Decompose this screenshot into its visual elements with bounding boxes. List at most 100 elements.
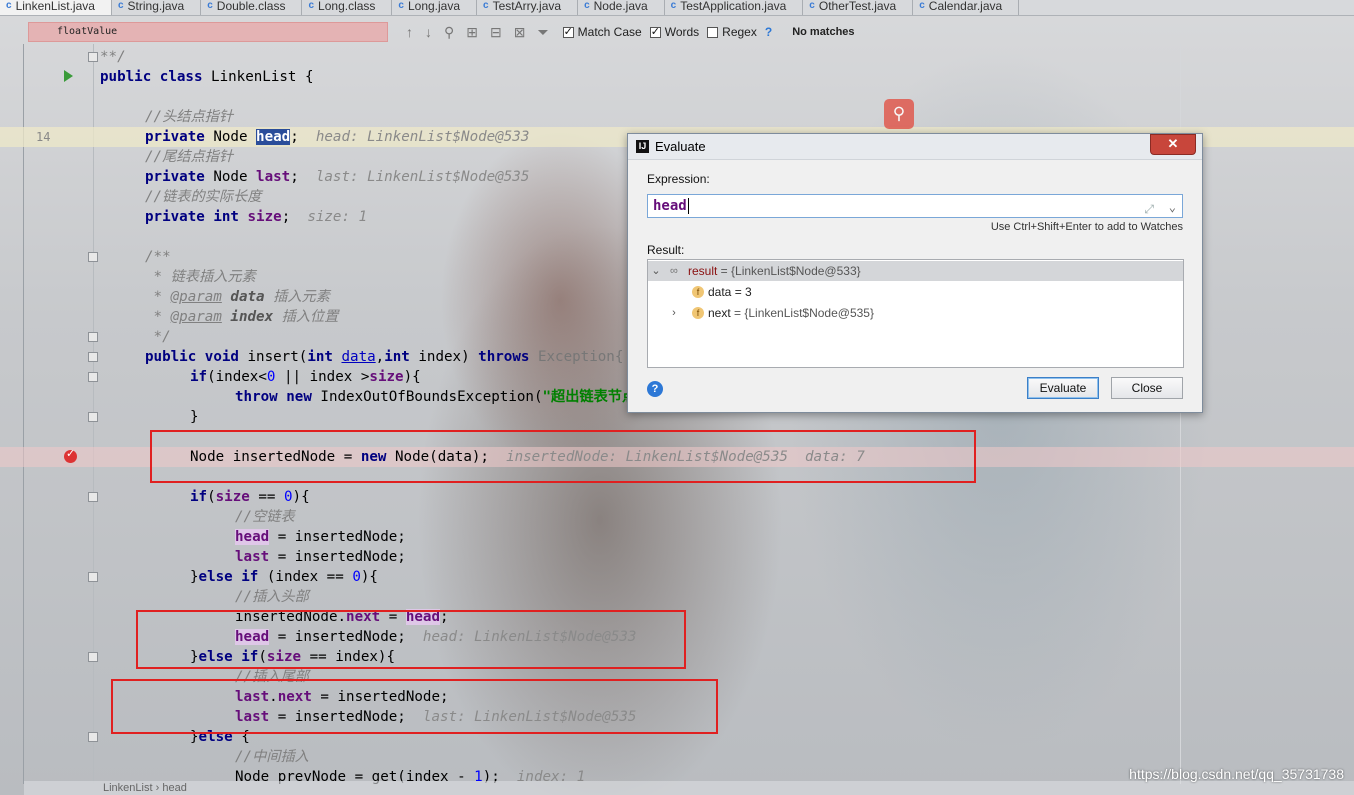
class-icon: c <box>670 0 677 11</box>
fold-marker-icon[interactable] <box>88 572 98 582</box>
run-gutter-icon[interactable] <box>64 70 73 82</box>
fold-marker-icon[interactable] <box>88 52 98 62</box>
fold-marker-icon[interactable] <box>88 332 98 342</box>
dialog-title-bar[interactable]: IJ Evaluate <box>628 134 1202 160</box>
code-text: **/ <box>100 49 126 65</box>
code-line: last = insertedNode; <box>0 547 1354 567</box>
breadcrumb-item[interactable]: head <box>162 782 186 794</box>
class-icon: c <box>207 0 213 11</box>
code-line: **/ <box>0 47 1354 67</box>
chevron-down-icon[interactable]: ⌄ <box>1169 196 1176 218</box>
expand-icon[interactable]: ⤢ <box>1144 198 1154 220</box>
fold-marker-icon[interactable] <box>88 652 98 662</box>
regex-checkbox[interactable]: Regex? <box>707 25 772 39</box>
fold-marker-icon[interactable] <box>88 252 98 262</box>
breakpoint-icon[interactable] <box>64 447 77 463</box>
chevron-down-icon[interactable]: ⌄ <box>650 261 662 281</box>
close-icon[interactable]: ✕ <box>1150 134 1196 155</box>
find-all-icon[interactable]: ⚲ <box>444 24 454 41</box>
evaluate-dialog: IJ Evaluate ✕ Expression: head ⤢ ⌄ Use C… <box>627 133 1203 413</box>
find-bar: floatValue ↑ ↓ ⚲ ⊞ ⊟ ⊠ ⏷ Match Case Word… <box>24 20 1354 44</box>
select-all-occurrences-icon[interactable]: ⊠ <box>514 24 526 41</box>
tree-row-next[interactable]: › f next = {LinkenList$Node@535} <box>648 303 1183 323</box>
class-icon: c <box>584 0 590 11</box>
code-text: last = insertedNode; <box>235 549 406 565</box>
debug-inline-value: last: LinkenList$Node@535 <box>315 169 530 185</box>
floating-search-icon[interactable]: ⚲ <box>884 99 914 129</box>
code-comment: //尾结点指针 <box>145 149 234 165</box>
result-label: Result: <box>647 243 685 257</box>
tab-calendar[interactable]: c Calendar.java <box>913 0 1020 15</box>
help-icon[interactable]: ? <box>647 381 663 397</box>
code-text: if(size == 0){ <box>190 489 310 505</box>
checkbox-unchecked-icon <box>707 26 719 38</box>
remove-occurrence-icon[interactable]: ⊟ <box>490 24 502 41</box>
code-text: public void insert(int data,int index) t… <box>145 349 624 365</box>
tab-label: Long.class <box>318 0 376 13</box>
tab-linkenlist[interactable]: c LinkenList.java <box>0 0 112 15</box>
tab-double[interactable]: c Double.class <box>201 0 303 15</box>
tree-row-text: result = {LinkenList$Node@533} <box>688 264 861 278</box>
tab-othertest[interactable]: c OtherTest.java <box>803 0 914 15</box>
tab-testarry[interactable]: c TestArry.java <box>477 0 579 15</box>
tab-label: TestArry.java <box>492 0 562 13</box>
class-icon: c <box>117 0 124 11</box>
code-line: //插入头部 <box>0 587 1354 607</box>
debug-inline-value: size: 1 <box>307 209 368 225</box>
result-tree[interactable]: ⌄ ∞ result = {LinkenList$Node@533} f dat… <box>647 259 1184 368</box>
tab-long-class[interactable]: c Long.class <box>302 0 393 15</box>
tab-label: Long.java <box>407 0 461 13</box>
object-icon: ∞ <box>670 265 678 277</box>
code-text: head = insertedNode; <box>235 529 406 545</box>
tab-label: String.java <box>127 0 185 13</box>
field-icon: f <box>692 286 704 298</box>
tree-row-result[interactable]: ⌄ ∞ result = {LinkenList$Node@533} <box>648 261 1183 281</box>
checkbox-checked-icon <box>649 25 661 38</box>
code-line: public class LinkenList { <box>0 67 1354 87</box>
dialog-title: Evaluate <box>655 139 706 154</box>
tab-label: Double.class <box>216 0 286 13</box>
tree-row-data[interactable]: f data = 3 <box>648 282 1183 302</box>
expression-value: head <box>653 198 687 214</box>
match-case-checkbox[interactable]: Match Case <box>562 25 642 39</box>
code-line: //头结点指针 <box>0 107 1354 127</box>
annotation-box <box>136 610 686 669</box>
chevron-right-icon[interactable]: › <box>668 303 680 323</box>
line-number: 14 <box>36 130 51 144</box>
code-comment: /** <box>145 249 171 265</box>
breadcrumb-separator: › <box>155 782 160 794</box>
expression-input[interactable]: head ⤢ ⌄ <box>647 194 1183 218</box>
regex-help-link[interactable]: ? <box>765 25 772 39</box>
code-comment: //空链表 <box>235 509 295 525</box>
tab-node[interactable]: c Node.java <box>578 0 665 15</box>
tab-testapplication[interactable]: c TestApplication.java <box>665 0 804 15</box>
add-occurrence-icon[interactable]: ⊞ <box>466 24 478 41</box>
fold-marker-icon[interactable] <box>88 492 98 502</box>
class-icon: c <box>809 0 815 11</box>
next-occurrence-icon[interactable]: ↓ <box>425 24 432 40</box>
code-text: if(index<0 || index >size){ <box>190 369 421 385</box>
previous-occurrence-icon[interactable]: ↑ <box>406 24 413 40</box>
fold-marker-icon[interactable] <box>88 732 98 742</box>
fold-marker-icon[interactable] <box>88 412 98 422</box>
field-icon: f <box>692 307 704 319</box>
tab-string[interactable]: c String.java <box>112 0 202 15</box>
tab-label: LinkenList.java <box>15 0 95 13</box>
words-checkbox[interactable]: Words <box>649 25 699 39</box>
code-line: //中间插入 <box>0 747 1354 767</box>
editor-breadcrumb-bar: LinkenList › head <box>24 781 1354 795</box>
fold-marker-icon[interactable] <box>88 372 98 382</box>
code-comment: //中间插入 <box>235 749 309 765</box>
class-icon: c <box>308 0 315 11</box>
evaluate-button[interactable]: Evaluate <box>1027 377 1099 399</box>
find-input[interactable]: floatValue <box>28 22 388 42</box>
debug-inline-value: head: LinkenList$Node@533 <box>315 129 530 145</box>
filter-icon[interactable]: ⏷ <box>537 24 548 41</box>
expression-label: Expression: <box>647 172 710 186</box>
tab-label: Node.java <box>593 0 648 13</box>
code-text: private Node last; last: LinkenList$Node… <box>145 169 530 185</box>
tab-long-java[interactable]: c Long.java <box>392 0 478 15</box>
close-button[interactable]: Close <box>1111 377 1183 399</box>
fold-marker-icon[interactable] <box>88 352 98 362</box>
breadcrumb-item[interactable]: LinkenList <box>103 782 153 794</box>
